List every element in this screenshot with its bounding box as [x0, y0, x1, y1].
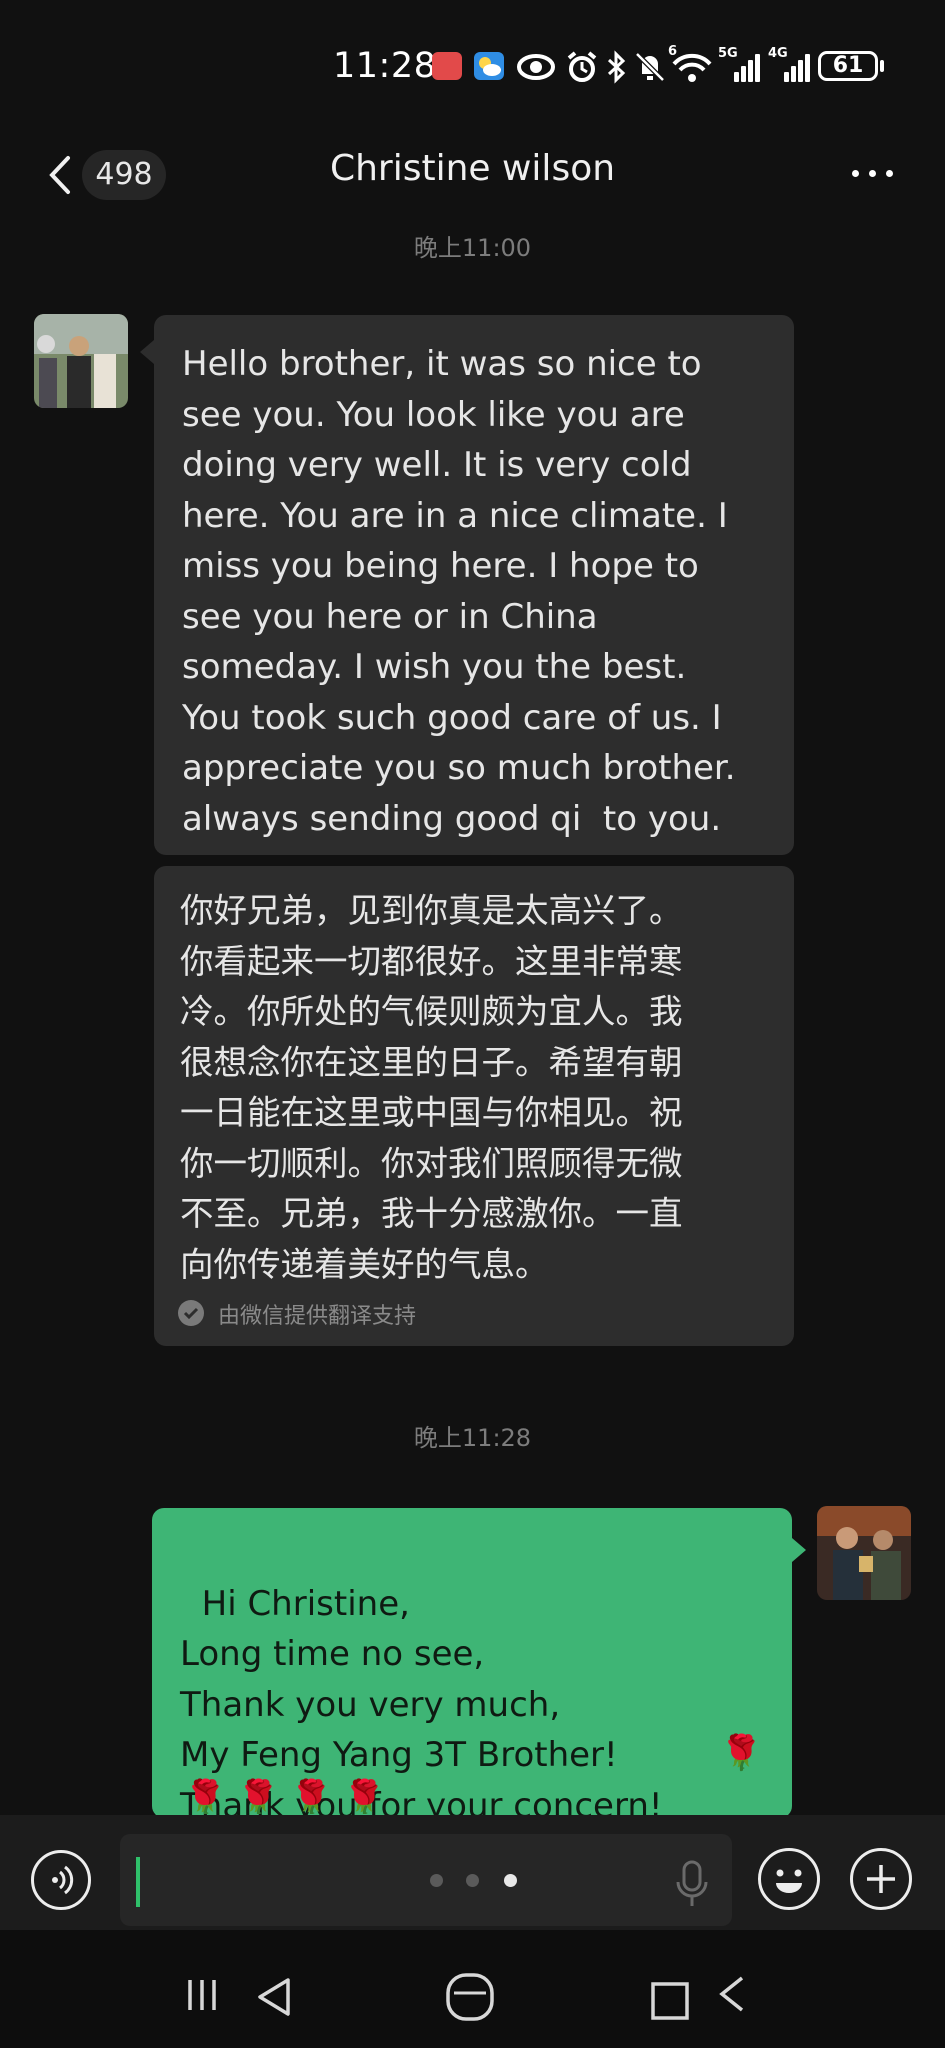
message-input[interactable]: [120, 1834, 732, 1926]
my-avatar[interactable]: [817, 1506, 911, 1600]
weather-icon: [474, 52, 504, 80]
bubble-tail: [140, 340, 154, 364]
smiley-icon: [776, 1869, 802, 1893]
huawei-app-icon: [432, 52, 462, 80]
timestamp: 晚上11:00: [413, 234, 532, 262]
bluetooth-icon: [607, 50, 626, 84]
plus-icon: [867, 1865, 895, 1893]
more-options-icon[interactable]: [848, 158, 898, 188]
alarm-icon: [567, 51, 597, 82]
translation-note: 由微信提供翻译支持: [218, 1304, 417, 1329]
rose-emoji-row: 🌹 🌹 🌹 🌹: [184, 1778, 386, 1814]
rose-emoji: 🌹: [720, 1733, 763, 1773]
home-icon[interactable]: [440, 1960, 500, 2030]
back-triangle-icon[interactable]: [250, 1960, 302, 2030]
outgoing-message-bubble[interactable]: Hi Christine, Long time no see, Thank yo…: [152, 1508, 792, 1826]
contact-avatar[interactable]: [34, 314, 128, 408]
eye-icon: [517, 54, 555, 80]
text-caret: [136, 1857, 140, 1907]
battery-indicator: 61: [818, 51, 878, 81]
battery-tip: [880, 60, 884, 72]
recent-apps-icon[interactable]: [182, 1960, 234, 2030]
bubble-tail: [792, 1538, 806, 1562]
more-functions-button[interactable]: [850, 1848, 912, 1910]
page-indicator-dots: [430, 1874, 520, 1890]
incoming-message-bubble[interactable]: Hello brother, it was so nice to see you…: [154, 315, 794, 855]
chevron-left-icon[interactable]: [712, 1960, 752, 2030]
translation-bubble[interactable]: 你好兄弟，见到你真是太高兴了。 你看起来一切都很好。这里非常寒 冷。你所处的气候…: [154, 866, 794, 1346]
check-icon: [178, 1300, 204, 1326]
status-time: 11:28: [333, 46, 437, 86]
mute-icon: [635, 52, 665, 82]
5g-signal-icon: 5G: [718, 46, 762, 82]
square-icon[interactable]: [645, 1960, 697, 2030]
voice-input-button[interactable]: [31, 1850, 91, 1910]
voice-icon: [52, 1865, 74, 1895]
microphone-icon[interactable]: [672, 1858, 712, 1910]
wifi-icon: 6: [668, 44, 714, 84]
emoji-button[interactable]: [758, 1848, 820, 1910]
4g-signal-icon: 4G: [768, 46, 812, 82]
chat-title: Christine wilson: [329, 148, 616, 189]
timestamp: 晚上11:28: [413, 1424, 532, 1452]
